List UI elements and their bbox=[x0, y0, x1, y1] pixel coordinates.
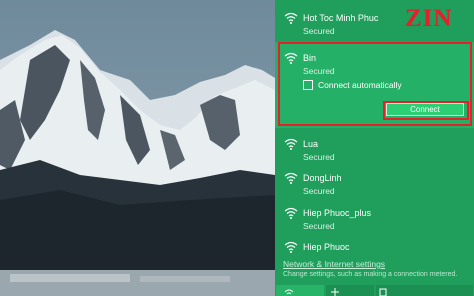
network-ssid: Hiep Phuoc bbox=[303, 242, 350, 252]
network-internet-settings-link[interactable]: Network & Internet settings bbox=[283, 259, 385, 269]
mobile-hotspot-quick-action[interactable] bbox=[376, 285, 473, 296]
connect-button[interactable]: Connect bbox=[386, 103, 464, 116]
network-flyout: Hot Toc Minh Phuc Secured Bin Secured Co… bbox=[275, 0, 474, 296]
wifi-signal-icon bbox=[284, 207, 298, 219]
network-item-bin[interactable]: Bin Secured Connect automatically Connec… bbox=[275, 42, 474, 128]
network-status: Secured bbox=[303, 221, 335, 231]
connect-automatically-checkbox[interactable] bbox=[303, 80, 313, 90]
network-item-donglinh[interactable]: DongLinh Secured bbox=[275, 162, 474, 202]
wifi-signal-icon bbox=[284, 138, 298, 150]
wifi-signal-icon bbox=[284, 12, 298, 24]
desktop-wallpaper bbox=[0, 0, 275, 296]
network-status: Secured bbox=[303, 66, 335, 76]
wifi-icon bbox=[284, 289, 294, 295]
zin-logo: ZIN bbox=[405, 5, 453, 32]
wifi-signal-icon bbox=[284, 172, 298, 184]
network-status: Secured bbox=[303, 186, 335, 196]
network-ssid: Hot Toc Minh Phuc bbox=[303, 13, 379, 23]
network-ssid: Bin bbox=[303, 53, 317, 63]
airplane-mode-icon bbox=[331, 288, 339, 296]
connect-automatically-label: Connect automatically bbox=[318, 80, 402, 90]
mobile-hotspot-icon bbox=[379, 288, 387, 296]
network-ssid: Hiep Phuoc_plus bbox=[303, 208, 372, 218]
wifi-signal-icon bbox=[284, 52, 298, 64]
network-status: Secured bbox=[303, 26, 335, 36]
network-ssid: Lua bbox=[303, 139, 319, 149]
wifi-signal-icon bbox=[284, 241, 298, 253]
network-ssid: DongLinh bbox=[303, 173, 342, 183]
network-status: Secured bbox=[303, 152, 335, 162]
settings-description: Change settings, such as making a connec… bbox=[283, 271, 458, 278]
